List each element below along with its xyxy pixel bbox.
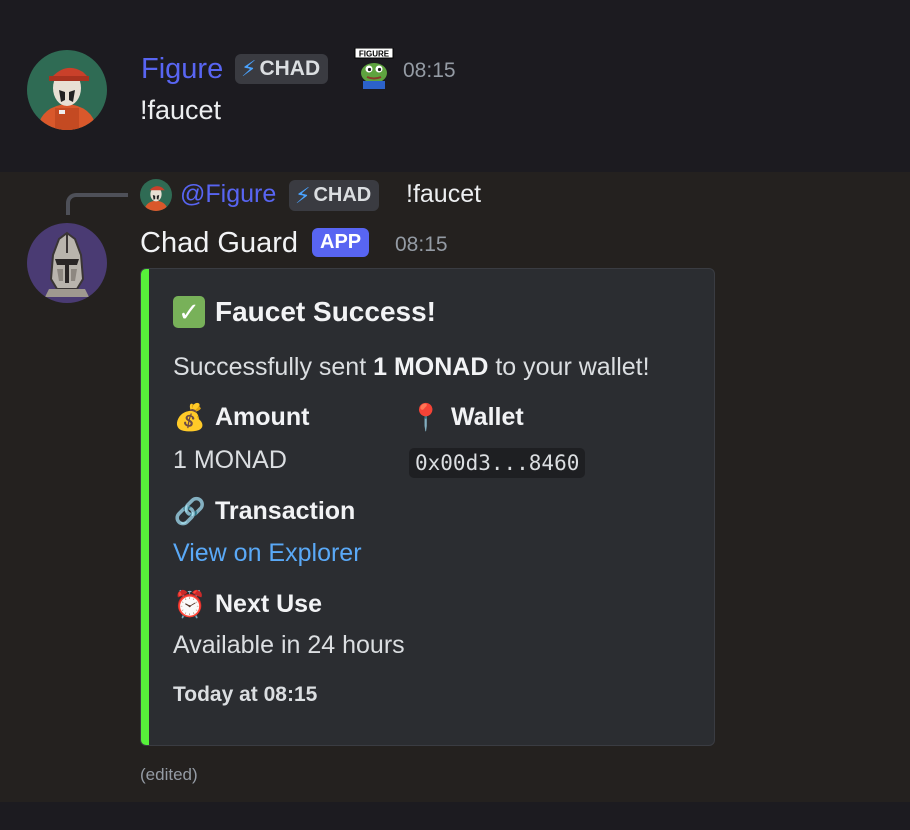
field-transaction-label: Transaction	[215, 497, 356, 525]
field-next-use-name: ⏰ Next Use	[173, 589, 322, 620]
role-tag-chad[interactable]: ⚡ CHAD	[235, 54, 329, 84]
svg-text:FIGURE: FIGURE	[359, 50, 390, 59]
field-wallet-value[interactable]: 0x00d3...8460	[409, 448, 586, 478]
username-figure[interactable]: Figure	[141, 52, 223, 86]
field-wallet-label: Wallet	[451, 403, 524, 431]
app-badge: APP	[312, 228, 370, 257]
faucet-embed: ✓ Faucet Success! Successfully sent 1 MO…	[140, 268, 715, 746]
description-amount: 1 MONAD	[373, 353, 489, 381]
alarm-clock-icon: ⏰	[173, 589, 207, 619]
bottom-strip	[0, 802, 910, 830]
check-mark-icon: ✓	[173, 296, 205, 328]
reply-content[interactable]: !faucet	[406, 180, 481, 209]
reply-role-tag-label: CHAD	[313, 184, 372, 206]
reply-role-tag-chad[interactable]: ⚡ CHAD	[289, 180, 380, 211]
field-transaction-name: 🔗 Transaction	[173, 496, 356, 527]
field-amount-name: 💰 Amount	[173, 402, 310, 433]
embed-accent-bar	[141, 269, 149, 745]
field-amount-label: Amount	[215, 403, 310, 431]
money-bag-icon: 💰	[173, 402, 207, 432]
link-icon: 🔗	[173, 496, 207, 526]
timestamp-chad-guard[interactable]: 08:15	[395, 233, 448, 257]
lightning-bolt-icon: ⚡	[241, 56, 257, 81]
field-next-use-value: Available in 24 hours	[173, 631, 405, 659]
timestamp-figure[interactable]: 08:15	[403, 59, 456, 83]
reply-mention[interactable]: @Figure	[180, 180, 276, 209]
pushpin-icon: 📍	[409, 402, 443, 432]
reply-connector	[66, 193, 128, 215]
figure-badge-emoji: FIGURE	[353, 47, 395, 90]
embed-title-text: Faucet Success!	[215, 296, 436, 327]
embed-footer-timestamp: Today at 08:15	[173, 683, 318, 706]
role-tag-label: CHAD	[259, 57, 321, 80]
description-prefix: Successfully sent	[173, 353, 374, 381]
lightning-bolt-icon: ⚡	[295, 182, 311, 208]
username-chad-guard[interactable]: Chad Guard	[140, 226, 298, 260]
field-next-use-label: Next Use	[215, 590, 322, 618]
reply-avatar-figure[interactable]	[140, 179, 172, 211]
embed-title: ✓ Faucet Success!	[173, 296, 436, 328]
embed-description: Successfully sent 1 MONAD to your wallet…	[173, 353, 650, 382]
description-suffix: to your wallet!	[488, 353, 650, 381]
avatar-chad-guard[interactable]	[27, 223, 107, 303]
message-figure: Figure ⚡ CHAD FIGURE 08:15 !faucet	[0, 0, 910, 172]
avatar-figure[interactable]	[27, 50, 107, 130]
field-amount-value: 1 MONAD	[173, 446, 287, 474]
field-wallet-name: 📍 Wallet	[409, 402, 524, 433]
message-content-figure: !faucet	[140, 95, 222, 125]
edited-label: (edited)	[140, 765, 198, 784]
view-on-explorer-link[interactable]: View on Explorer	[173, 539, 362, 568]
